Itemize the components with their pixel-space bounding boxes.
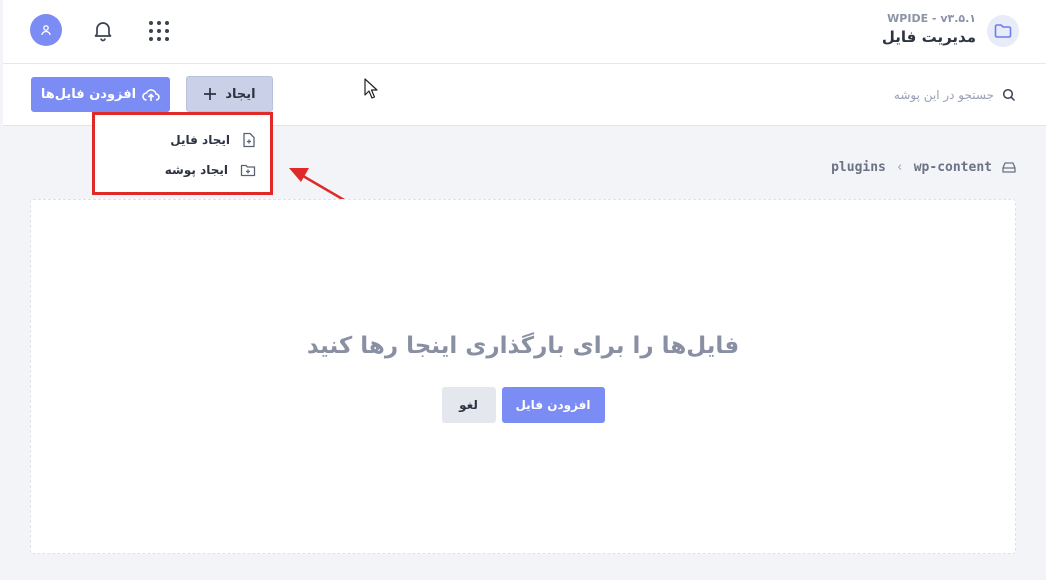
dropzone-title: فایل‌ها را برای بارگذاری اینجا رها کنید	[306, 333, 740, 359]
create-dropdown-menu: ایجاد فایل ایجاد پوشه	[92, 112, 273, 195]
search-icon	[1002, 88, 1016, 102]
chevron-left-icon: ›	[895, 159, 904, 175]
user-icon	[41, 25, 51, 36]
search-input[interactable]	[824, 88, 994, 102]
dropzone-actions: لغو افزودن فایل	[31, 387, 1015, 423]
cloud-upload-icon	[142, 88, 160, 101]
breadcrumb: wp-content › plugins	[831, 157, 1016, 177]
cancel-button[interactable]: لغو	[441, 387, 496, 423]
menu-item-new-folder-label: ایجاد پوشه	[164, 163, 228, 177]
upload-files-button[interactable]: افزودن فایل‌ها	[31, 77, 170, 112]
create-label: ایجاد	[225, 86, 256, 102]
app-subtitle: مدیریت فایل	[881, 28, 976, 46]
create-button[interactable]: ایجاد	[186, 76, 273, 112]
breadcrumb-item[interactable]: wp-content	[914, 160, 992, 175]
file-plus-icon	[243, 132, 255, 148]
menu-item-new-file[interactable]: ایجاد فایل	[170, 129, 256, 151]
user-avatar[interactable]	[30, 14, 62, 46]
drive-icon[interactable]	[1002, 161, 1016, 173]
app-title: WPIDE - v۳.۵.۱	[887, 12, 976, 25]
plus-icon	[204, 88, 217, 100]
apps-grid-icon[interactable]	[148, 20, 170, 42]
breadcrumb-item[interactable]: plugins	[831, 160, 886, 175]
add-file-button[interactable]: افزودن فایل	[501, 387, 605, 423]
bell-icon[interactable]	[91, 18, 115, 42]
mouse-cursor-icon	[364, 78, 378, 104]
menu-item-new-file-label: ایجاد فایل	[170, 133, 230, 147]
search-bar[interactable]	[816, 84, 1016, 106]
upload-files-label: افزودن فایل‌ها	[40, 87, 137, 102]
upload-dropzone[interactable]: فایل‌ها را برای بارگذاری اینجا رها کنید …	[30, 199, 1016, 554]
folder-icon	[987, 15, 1019, 47]
top-bar: WPIDE - v۳.۵.۱ مدیریت فایل	[3, 0, 1046, 64]
folder-plus-icon	[240, 164, 256, 177]
menu-item-new-folder[interactable]: ایجاد پوشه	[165, 159, 256, 181]
